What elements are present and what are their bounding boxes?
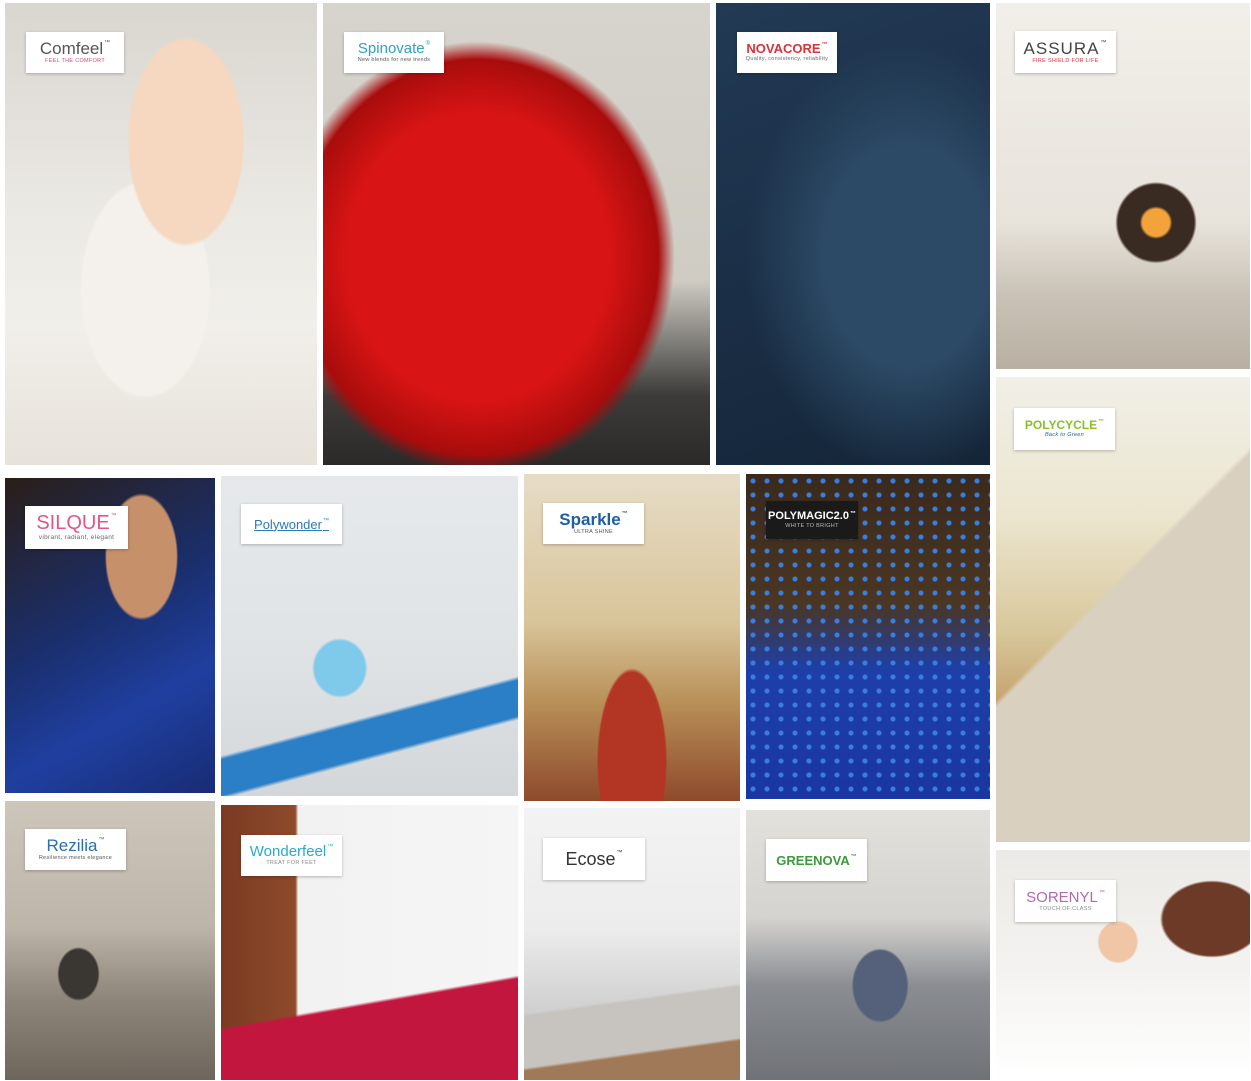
wonderfeel-logo: Wonderfeel™ TREAT FOR FEET	[241, 835, 342, 876]
tile-sparkle: Sparkle™ ULTRA SHINE	[524, 474, 740, 801]
wonderfeel-brand: Wonderfeel™	[249, 843, 334, 861]
tile-comfeel: Comfeel™ FEEL THE COMFORT	[5, 3, 317, 465]
polymagic-logo: POLYMAGIC2.0™ WHITE TO BRIGHT	[766, 501, 858, 539]
tile-polywonder: Polywonder™	[221, 476, 518, 796]
spinovate-tagline: New blends for new trends	[357, 57, 431, 64]
sparkle-tagline: ULTRA SHINE	[574, 529, 613, 536]
greenova-logo: GREENOVA™	[766, 839, 867, 881]
silque-logo: SILQUE™ vibrant, radiant, elegant	[25, 506, 128, 549]
ecose-brand: Ecose™	[565, 849, 623, 869]
tile-novacore: NOVACORE™ Quality, consistency, reliabil…	[716, 3, 990, 465]
greenova-brand: GREENOVA™	[776, 852, 857, 868]
tile-assura: ASSURA™ FIRE SHIELD FOR LIFE	[996, 3, 1250, 369]
rezilia-brand: Rezilia™	[46, 836, 105, 856]
novacore-logo: NOVACORE™ Quality, consistency, reliabil…	[737, 32, 837, 73]
assura-brand: ASSURA™	[1023, 38, 1108, 58]
novacore-brand: NOVACORE™	[746, 41, 828, 57]
polycycle-tagline: Back to Green	[1044, 432, 1085, 439]
sorenyl-logo: SORENYL™ TOUCH OF CLASS	[1015, 880, 1116, 922]
sparkle-brand: Sparkle™	[559, 510, 628, 530]
silque-brand: SILQUE™	[36, 512, 117, 535]
rezilia-tagline: Resilience meets elegance	[38, 855, 113, 862]
tile-ecose: Ecose™	[524, 808, 740, 1080]
spinovate-brand: Spinovate®	[357, 40, 431, 58]
tile-wonderfeel: Wonderfeel™ TREAT FOR FEET	[221, 805, 518, 1080]
tile-greenova: GREENOVA™	[746, 810, 990, 1080]
ecose-logo: Ecose™	[543, 838, 645, 880]
tile-silque: SILQUE™ vibrant, radiant, elegant	[5, 478, 215, 793]
assura-tagline: FIRE SHIELD FOR LIFE	[1032, 57, 1099, 64]
rezilia-logo: Rezilia™ Resilience meets elegance	[25, 829, 126, 870]
comfeel-brand: Comfeel™	[39, 39, 111, 59]
sorenyl-tagline: TOUCH OF CLASS	[1039, 905, 1092, 912]
assura-logo: ASSURA™ FIRE SHIELD FOR LIFE	[1015, 31, 1116, 73]
tile-polycycle: POLYCYCLE™ Back to Green	[996, 377, 1250, 842]
comfeel-logo: Comfeel™ FEEL THE COMFORT	[26, 32, 124, 73]
sparkle-logo: Sparkle™ ULTRA SHINE	[543, 503, 644, 544]
spinovate-logo: Spinovate® New blends for new trends	[344, 32, 444, 73]
polymagic-tagline: WHITE TO BRIGHT	[785, 522, 839, 529]
tile-spinovate: Spinovate® New blends for new trends	[323, 3, 710, 465]
tile-rezilia: Rezilia™ Resilience meets elegance	[5, 801, 215, 1080]
wonderfeel-tagline: TREAT FOR FEET	[266, 860, 317, 867]
polymagic-brand: POLYMAGIC2.0™	[768, 509, 856, 522]
polycycle-brand: POLYCYCLE™	[1024, 418, 1105, 433]
tile-sorenyl: SORENYL™ TOUCH OF CLASS	[996, 850, 1250, 1080]
polywonder-brand: Polywonder™	[254, 516, 329, 532]
polycycle-logo: POLYCYCLE™ Back to Green	[1014, 408, 1115, 450]
comfeel-tagline: FEEL THE COMFORT	[44, 58, 105, 65]
polywonder-logo: Polywonder™	[241, 504, 342, 544]
novacore-tagline: Quality, consistency, reliability	[745, 56, 829, 63]
tile-polymagic: POLYMAGIC2.0™ WHITE TO BRIGHT	[746, 474, 990, 799]
sorenyl-brand: SORENYL™	[1026, 888, 1105, 906]
silque-tagline: vibrant, radiant, elegant	[38, 534, 115, 542]
